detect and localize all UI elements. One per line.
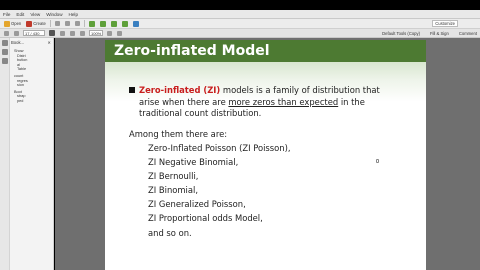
share-icon (132, 20, 139, 27)
highlight-button[interactable] (110, 20, 118, 27)
folder-icon (4, 20, 10, 27)
sign-button[interactable] (121, 20, 129, 27)
fit-page-button[interactable] (106, 30, 113, 37)
gear-icon (88, 20, 95, 27)
save-button[interactable] (54, 20, 61, 27)
prev-page-button[interactable] (3, 30, 10, 37)
toolbar-divider (49, 20, 51, 27)
document-view[interactable]: Zero-inflated Model Zero-inflated (ZI) m… (55, 38, 480, 270)
bullet-square (129, 87, 135, 93)
gear-button[interactable] (88, 20, 96, 27)
rotate-button[interactable] (116, 30, 123, 37)
menu-edit[interactable]: Edit (16, 10, 24, 19)
zoom-field[interactable]: 100% (89, 30, 103, 36)
main-toolbar: Open Create Customize (0, 19, 480, 29)
email-icon (74, 21, 80, 26)
page-thumbnails-icon[interactable] (2, 40, 8, 46)
bullet-text-1: models is a family of distribution that (220, 85, 380, 95)
bullet-line-1: Zero-inflated (ZI) models is a family of… (139, 85, 380, 95)
page-number-field[interactable]: 17 / 430 (23, 30, 45, 36)
pdf-page: Zero-inflated Model Zero-inflated (ZI) m… (105, 40, 426, 270)
navigation-toolbar: 17 / 430 100% Default Tools (Copy) Fill … (0, 29, 480, 38)
arrow-down-icon (14, 30, 19, 36)
toolbar-divider (83, 20, 85, 27)
comment-link[interactable]: Comment (459, 31, 477, 36)
bullet-emphasis: more zeros than expected (228, 97, 339, 107)
bookmark-item[interactable]: sion (14, 83, 52, 88)
menu-window[interactable]: Window (46, 10, 62, 19)
bookmark-tree: Show Distri bution al Table count regres… (14, 49, 52, 104)
create-pdf-icon (26, 20, 33, 27)
fit-page-icon (107, 30, 112, 36)
email-button[interactable] (74, 20, 81, 27)
bookmarks-header: Book... ✕ (11, 39, 53, 47)
bookmark-icon[interactable] (2, 49, 8, 55)
slide-title-bar: Zero-inflated Model (105, 40, 426, 62)
close-icon[interactable]: ✕ (47, 39, 51, 47)
bookmark-item[interactable]: Table (14, 67, 52, 72)
menu-view[interactable]: View (30, 10, 40, 19)
bullet-text-2b: in the (338, 97, 365, 107)
model-item: ZI Negative Binomial, (148, 157, 239, 167)
menu-help[interactable]: Help (69, 10, 78, 19)
mouse-cursor-icon (376, 159, 379, 163)
model-item: ZI Binomial, (148, 185, 198, 195)
tools-link[interactable]: Default Tools (Copy) (382, 31, 420, 36)
zoom-out-icon (70, 30, 75, 36)
select-tool-button[interactable] (48, 30, 56, 37)
menu-bar: File Edit View Window Help (0, 10, 480, 19)
attachment-icon[interactable] (2, 58, 8, 64)
bookmark-item[interactable]: ped (14, 99, 52, 104)
highlight-icon (110, 20, 117, 27)
bullet-text-2a: arise when there are (139, 97, 229, 107)
task-panel-links: Default Tools (Copy) Fill & Sign Comment (382, 31, 480, 36)
model-item: and so on. (148, 228, 192, 238)
customize-dropdown[interactable]: Customize (432, 20, 458, 27)
create-button[interactable]: Create (25, 20, 47, 27)
list-intro: Among them there are: (129, 129, 228, 139)
save-icon (54, 21, 60, 26)
zoom-out-button[interactable] (69, 30, 76, 37)
menu-file[interactable]: File (3, 10, 10, 19)
top-black-bar (0, 0, 480, 10)
hand-tool-button[interactable] (59, 30, 66, 37)
open-label: Open (11, 21, 22, 26)
print-icon (64, 21, 70, 26)
comment-bubble-button[interactable] (99, 20, 107, 27)
open-button[interactable]: Open (3, 20, 22, 27)
comment-bubble-icon (99, 20, 106, 27)
rotate-icon (117, 30, 122, 36)
bookmarks-title: Book... (11, 40, 25, 45)
sign-icon (121, 20, 128, 27)
navigation-pane-icons (0, 38, 10, 270)
model-item: Zero-Inflated Poisson (ZI Poisson), (148, 143, 291, 153)
bullet-line-2: arise when there are more zeros than exp… (139, 97, 365, 107)
bookmarks-panel: Book... ✕ Show Distri bution al Table co… (0, 38, 54, 270)
model-item: ZI Generalized Poisson, (148, 199, 246, 209)
bullet-term: Zero-inflated (ZI) (139, 85, 221, 95)
arrow-up-icon (4, 30, 9, 36)
bullet-line-3: traditional count distribution. (139, 108, 262, 118)
model-item: ZI Proportional odds Model, (148, 213, 263, 223)
zoom-in-icon (80, 30, 85, 36)
share-button[interactable] (132, 20, 140, 27)
screen: File Edit View Window Help Open Create C… (0, 0, 480, 270)
next-page-button[interactable] (13, 30, 20, 37)
model-item: ZI Bernoulli, (148, 171, 199, 181)
cursor-icon (49, 30, 55, 36)
print-button[interactable] (64, 20, 71, 27)
hand-icon (60, 30, 65, 36)
slide-title: Zero-inflated Model (114, 43, 270, 59)
fill-sign-link[interactable]: Fill & Sign (430, 31, 449, 36)
zoom-in-button[interactable] (79, 30, 86, 37)
create-label: Create (33, 21, 46, 26)
